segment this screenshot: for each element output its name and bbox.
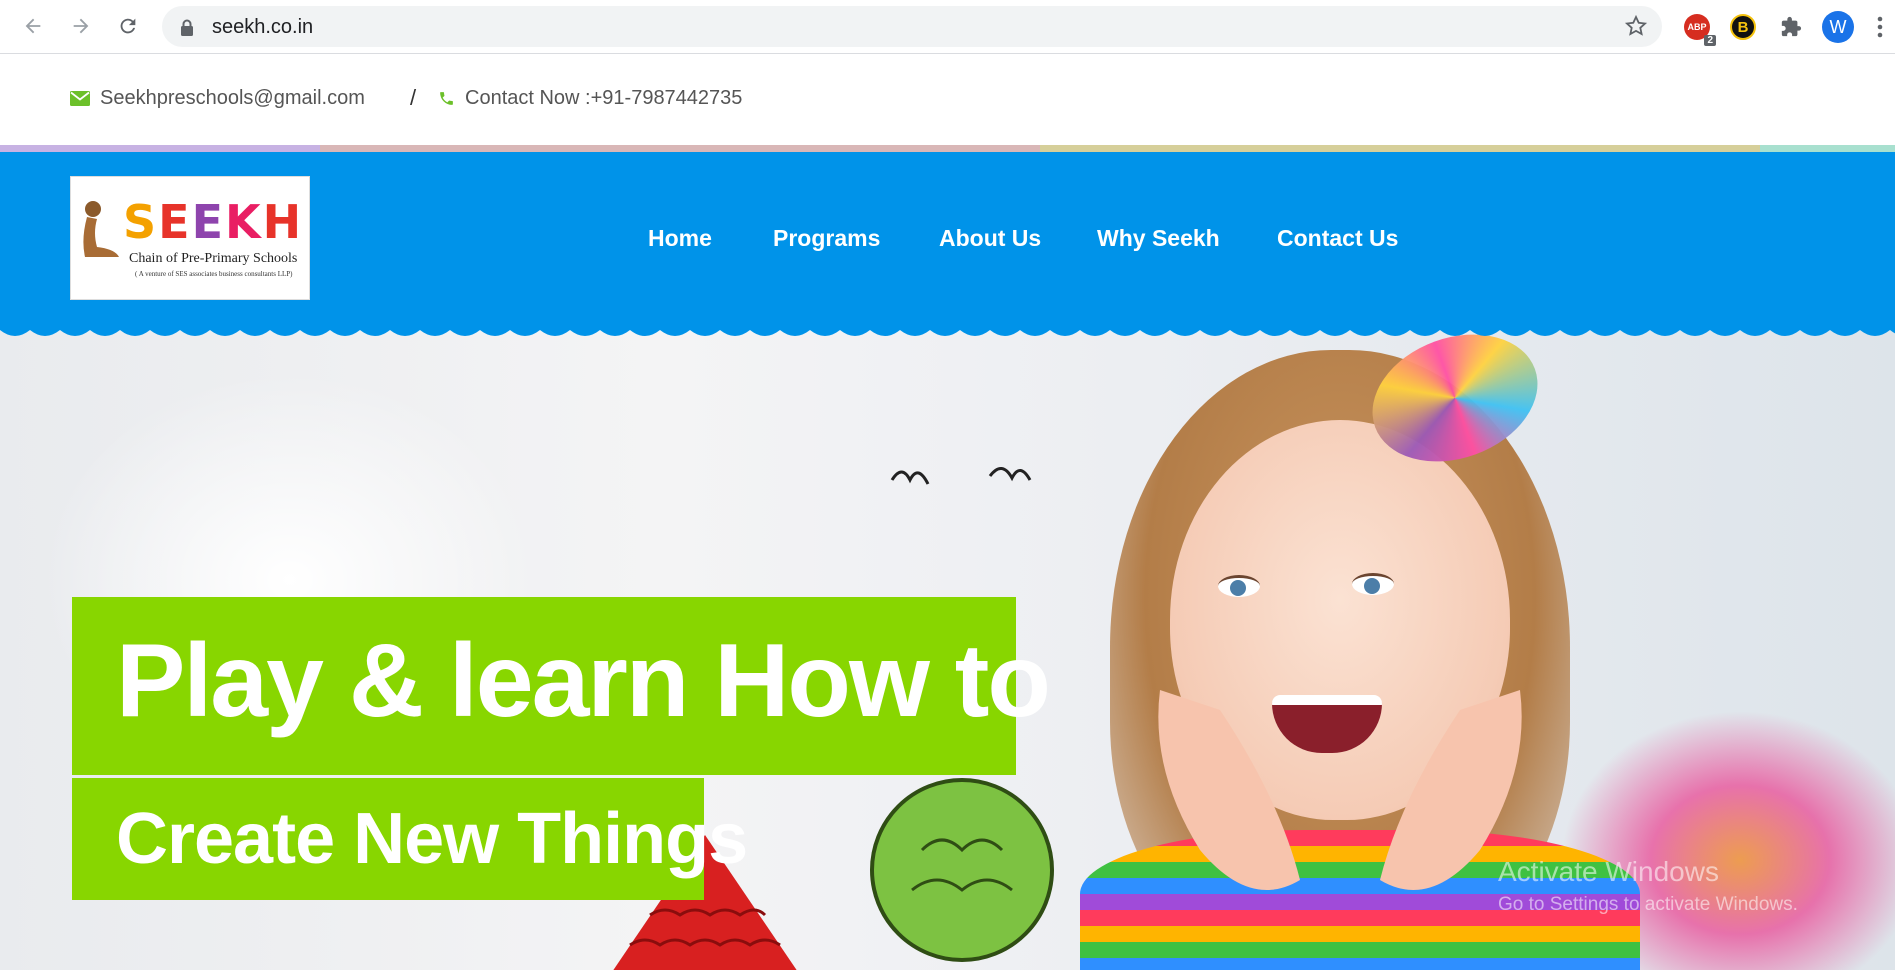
browser-toolbar: seekh.co.in ABP 2 B W [0, 0, 1895, 54]
logo-letter-1: S [123, 195, 159, 249]
header-wave-divider [0, 318, 1895, 336]
nav-why-seekh[interactable]: Why Seekh [1097, 225, 1220, 252]
logo-letter-4: K [225, 195, 263, 249]
url-text: seekh.co.in [212, 16, 314, 38]
nav-contact-us[interactable]: Contact Us [1277, 225, 1398, 252]
bird-doodle-icon [890, 467, 1032, 485]
site-logo[interactable]: SEEKH Chain of Pre-Primary Schools ( A v… [70, 176, 310, 300]
logo-figure-icon [83, 201, 119, 257]
phone-link[interactable]: Contact Now :+91-7987442735 [438, 87, 742, 110]
nav-home[interactable]: Home [648, 225, 712, 252]
menu-button[interactable] [1870, 10, 1890, 44]
back-button[interactable] [18, 11, 48, 41]
logo-subtitle: Chain of Pre-Primary Schools [129, 251, 298, 266]
nav-about-us[interactable]: About Us [939, 225, 1041, 252]
hero-headline-line2: Create New Things [116, 799, 748, 879]
envelope-icon [70, 91, 90, 106]
b-extension-icon: B [1730, 14, 1756, 40]
phone-text: Contact Now :+91-7987442735 [465, 87, 743, 109]
email-text: Seekhpreschools@gmail.com [100, 87, 365, 109]
extensions-button[interactable] [1774, 10, 1808, 44]
hero-headline-line1: Play & learn How to [116, 623, 1051, 739]
logo-letter-2: E [158, 195, 192, 249]
contact-bar: Seekhpreschools@gmail.com / Contact Now … [0, 55, 1895, 145]
address-bar[interactable]: seekh.co.in [162, 6, 1662, 47]
reload-icon [120, 18, 136, 34]
logo-tagline: ( A venture of SES associates business c… [135, 270, 293, 278]
nav-programs[interactable]: Programs [773, 225, 880, 252]
adblock-extension[interactable]: ABP 2 [1680, 10, 1716, 46]
site-header: SEEKH Chain of Pre-Primary Schools ( A v… [0, 152, 1895, 330]
adblock-badge: 2 [1704, 35, 1716, 46]
girl-eye-left [1218, 575, 1260, 597]
activate-windows-title: Activate Windows [1498, 856, 1719, 887]
color-strip [0, 145, 1895, 152]
logo-letter-3: E [191, 195, 226, 249]
menu-icon [1877, 16, 1883, 38]
forward-button[interactable] [66, 11, 96, 41]
star-icon[interactable] [1624, 14, 1648, 38]
girl-hands [1158, 690, 1522, 890]
forward-icon [73, 18, 89, 34]
back-icon [25, 18, 41, 34]
reload-button[interactable] [113, 11, 143, 41]
logo-word: SEEKH [123, 195, 303, 249]
tree-doodle-icon [870, 778, 1054, 962]
adblock-icon: ABP [1687, 22, 1707, 32]
girl-eye-right [1352, 573, 1394, 595]
phone-icon [440, 92, 453, 105]
puzzle-icon [1781, 16, 1802, 37]
email-link[interactable]: Seekhpreschools@gmail.com [70, 87, 365, 110]
b-extension[interactable]: B [1726, 10, 1760, 44]
lock-icon [181, 19, 193, 36]
contact-separator: / [410, 85, 417, 110]
profile-button[interactable]: W [1821, 10, 1855, 44]
profile-avatar: W [1822, 11, 1854, 43]
activate-windows-subtitle: Go to Settings to activate Windows. [1498, 894, 1798, 915]
logo-letter-5: H [262, 195, 304, 249]
